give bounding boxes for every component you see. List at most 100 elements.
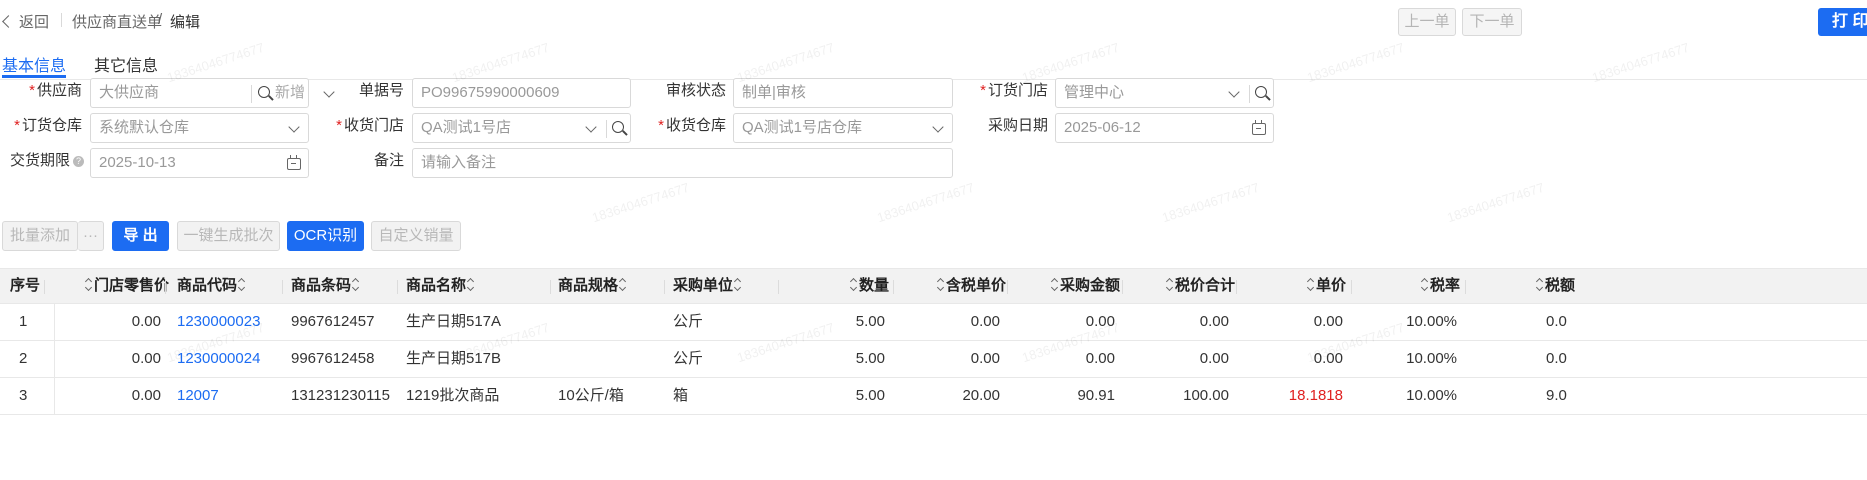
cell-total: 100.00: [1183, 387, 1229, 404]
column-separator: [165, 280, 166, 294]
cell-tax-rate: 10.00%: [1406, 350, 1457, 367]
prev-doc-button[interactable]: 上一单: [1398, 8, 1456, 36]
supplier-label: * 供应商: [29, 82, 82, 99]
purchase-date-label: 采购日期: [987, 117, 1048, 134]
table-row[interactable]: 1 0.00 1230000023 9967612457 生产日期517A 公斤…: [0, 304, 1867, 341]
th-barcode[interactable]: 商品条码: [291, 269, 361, 303]
cell-tax-price: 0.00: [970, 350, 1000, 367]
order-store-value: 管理中心: [1064, 84, 1125, 101]
cell-total: 0.00: [1199, 313, 1229, 330]
cell-tax-rate: 10.00%: [1406, 387, 1457, 404]
supplier-add-link[interactable]: 新增: [275, 79, 305, 107]
search-icon[interactable]: [612, 121, 624, 133]
remark-label: 备注: [373, 152, 404, 169]
batch-add-button[interactable]: 批量添加: [2, 221, 78, 251]
search-icon[interactable]: [258, 86, 270, 98]
cell-name: 生产日期517A: [406, 313, 502, 330]
table-row[interactable]: 2 0.00 1230000024 9967612458 生产日期517B 公斤…: [0, 341, 1867, 378]
chevron-down-icon: [585, 121, 597, 133]
order-warehouse-value: 系统默认仓库: [99, 119, 190, 136]
th-unit[interactable]: 采购单位: [673, 269, 743, 303]
cell-name: 1219批次商品: [406, 387, 500, 404]
th-spec[interactable]: 商品规格: [558, 269, 628, 303]
calendar-icon[interactable]: [287, 155, 301, 170]
th-tax-rate[interactable]: 税率: [1420, 269, 1460, 303]
th-qty[interactable]: 数量: [849, 269, 889, 303]
table-row[interactable]: 3 0.00 12007 131231230115 1219批次商品 10公斤/…: [0, 378, 1867, 415]
generate-batch-button[interactable]: 一键生成批次: [177, 221, 280, 251]
th-amount[interactable]: 采购金额: [1050, 269, 1120, 303]
th-tax-price[interactable]: 含税单价: [936, 269, 1006, 303]
receive-store-select[interactable]: QA测试1号店: [412, 113, 631, 143]
more-options-button[interactable]: ···: [78, 221, 104, 251]
delivery-deadline-picker[interactable]: 2025-10-13: [90, 148, 309, 178]
sort-icon: [1166, 278, 1174, 292]
sort-icon: [734, 278, 742, 292]
supplier-select[interactable]: 大供应商 新增: [90, 78, 335, 108]
search-icon[interactable]: [1255, 86, 1267, 98]
cell-qty: 5.00: [855, 387, 885, 404]
column-separator: [397, 280, 398, 294]
cell-unit-price: 0.00: [1313, 350, 1343, 367]
cell-index: 3: [19, 387, 28, 404]
cell-tax: 0.0: [1546, 313, 1567, 330]
tab-other-info[interactable]: 其它信息: [94, 52, 158, 76]
table-header: 序号 门店零售价 商品代码 商品条码 商品名称 商品规格 采购单位 数量 含税单…: [0, 268, 1867, 304]
watermark: 18364046774677: [1445, 179, 1547, 226]
breadcrumb-separator: /: [158, 11, 163, 28]
calendar-icon[interactable]: [1252, 120, 1266, 135]
remark-input[interactable]: 请输入备注: [412, 148, 953, 178]
sort-icon: [850, 278, 858, 292]
question-circle-icon[interactable]: ?: [73, 156, 84, 167]
th-unit-price[interactable]: 单价: [1306, 269, 1346, 303]
tab-basic-info[interactable]: 基本信息: [2, 52, 66, 76]
column-separator: [282, 280, 283, 294]
back-button[interactable]: 返回: [2, 11, 49, 32]
breadcrumb-parent[interactable]: 供应商直送单: [72, 11, 162, 32]
th-name[interactable]: 商品名称: [406, 269, 476, 303]
th-code[interactable]: 商品代码: [177, 269, 247, 303]
receive-store-label: * 收货门店: [336, 117, 404, 134]
cell-retail-price: 0.00: [131, 350, 161, 367]
sort-icon: [1536, 278, 1544, 292]
column-separator: [778, 280, 779, 294]
order-warehouse-select[interactable]: 系统默认仓库: [90, 113, 309, 143]
top-bar: 返回 供应商直送单 / 编辑 上一单 下一单 打 印: [0, 0, 1867, 44]
order-store-select[interactable]: 管理中心: [1055, 78, 1274, 108]
cell-unit: 公斤: [673, 313, 704, 330]
cell-code-link[interactable]: 1230000024: [177, 341, 260, 377]
chevron-down-icon: [288, 121, 300, 133]
cell-unit: 公斤: [673, 350, 704, 367]
export-button[interactable]: 导 出: [112, 221, 169, 251]
cell-qty: 5.00: [855, 313, 885, 330]
purchase-date-picker[interactable]: 2025-06-12: [1055, 113, 1274, 143]
sort-icon: [238, 278, 246, 292]
cell-code-link[interactable]: 12007: [177, 378, 219, 414]
watermark: 18364046774677: [1160, 179, 1262, 226]
th-tax[interactable]: 税额: [1535, 269, 1575, 303]
print-button[interactable]: 打 印: [1818, 8, 1867, 36]
divider: [606, 120, 607, 138]
column-separator: [1122, 280, 1123, 294]
delivery-deadline-value: 2025-10-13: [99, 154, 176, 171]
divider: [251, 85, 252, 103]
ocr-button[interactable]: OCR识别: [287, 221, 364, 251]
chevron-down-icon: [1228, 86, 1240, 98]
next-doc-button[interactable]: 下一单: [1462, 8, 1522, 36]
sort-icon: [937, 278, 945, 292]
custom-sales-button[interactable]: 自定义销量: [371, 221, 461, 251]
cell-tax-rate: 10.00%: [1406, 313, 1457, 330]
th-total[interactable]: 税价合计: [1165, 269, 1235, 303]
audit-status-label: 审核状态: [665, 82, 726, 99]
cell-code-link[interactable]: 1230000023: [177, 304, 260, 340]
doc-no-label: 单据号: [358, 82, 404, 99]
remark-placeholder: 请输入备注: [421, 154, 497, 171]
delivery-deadline-label: 交货期限?: [4, 146, 84, 176]
cell-tax: 0.0: [1546, 350, 1567, 367]
receive-store-value: QA测试1号店: [421, 119, 512, 136]
receive-warehouse-select[interactable]: QA测试1号店仓库: [733, 113, 953, 143]
cell-retail-price: 0.00: [131, 387, 161, 404]
th-retail-price[interactable]: 门店零售价: [84, 269, 169, 303]
receive-warehouse-label: * 收货仓库: [658, 117, 726, 134]
cell-tax: 9.0: [1546, 387, 1567, 404]
